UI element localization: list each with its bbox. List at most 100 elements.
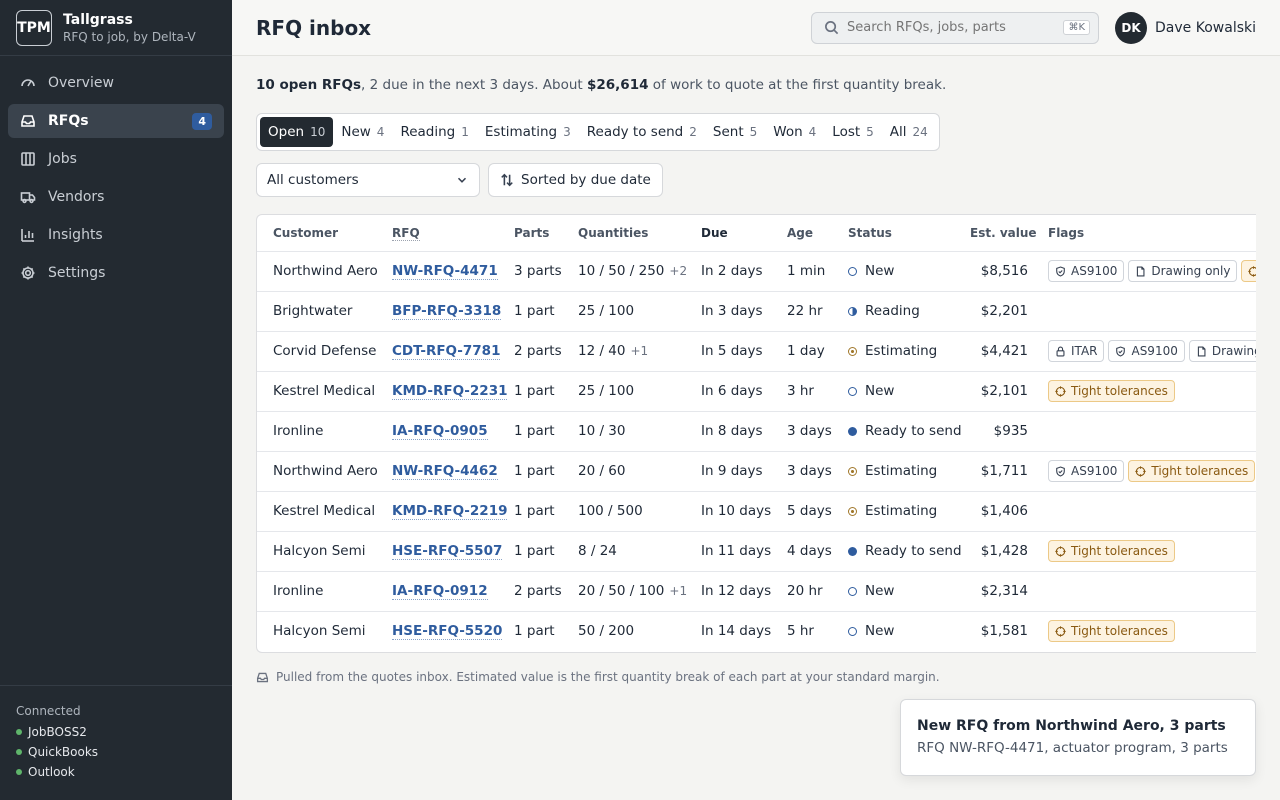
tab-lost[interactable]: Lost 5 — [824, 117, 882, 147]
customer-filter[interactable]: All customers — [256, 163, 480, 197]
tab-count: 1 — [461, 125, 469, 139]
table-row[interactable]: Kestrel Medical KMD-RFQ-2231 1 part 25 / 10… — [257, 371, 1256, 412]
cell-flags — [1048, 411, 1256, 452]
tab-label: Sent — [712, 124, 744, 140]
integration-jobboss2: JobBOSS2 — [16, 722, 216, 742]
cell-due: In 14 days — [701, 623, 772, 640]
target-icon — [1248, 265, 1256, 277]
search-box[interactable]: ⌘K — [811, 11, 1100, 44]
table-row[interactable]: Ironline IA-RFQ-0905 1 part 10 / 30 In 8 day… — [257, 411, 1256, 452]
cell-parts: 2 parts — [514, 571, 578, 612]
col-est-value[interactable]: Est. value — [970, 215, 1048, 252]
table-row[interactable]: Corvid Defense CDT-RFQ-7781 2 parts 12 / 40… — [257, 331, 1256, 372]
tab-new[interactable]: New 4 — [333, 117, 392, 147]
more-quantities: +1 — [669, 584, 688, 598]
user-menu[interactable]: DK Dave Kowalski — [1115, 11, 1256, 44]
rfq-table: Customer RFQ Parts Quantities Due Age St… — [256, 214, 1256, 653]
cell-flags: AS9100Drawing onlyTight tolerances — [1048, 251, 1256, 292]
user-name[interactable]: Dave Kowalski — [1155, 20, 1256, 36]
col-quantities[interactable]: Quantities — [578, 215, 701, 252]
col-due[interactable]: Due — [701, 215, 787, 252]
inbox-icon — [20, 113, 36, 129]
cell-customer: Ironline — [257, 571, 392, 612]
cell-status: Ready to send — [848, 531, 970, 572]
table-row[interactable]: Halcyon Semi HSE-RFQ-5520 1 part 50 / 200 In… — [257, 611, 1256, 651]
sidebar-item-label: Vendors — [48, 189, 105, 205]
rfq-link[interactable]: IA-RFQ-0905 — [392, 411, 514, 452]
col-rfq[interactable]: RFQ — [392, 215, 514, 252]
table-row[interactable]: Northwind Aero NW-RFQ-4471 3 parts 10 / 50 … — [257, 251, 1256, 292]
sidebar-item-label: Jobs — [48, 151, 77, 167]
avatar[interactable]: DK — [1115, 11, 1148, 44]
columns-icon — [21, 152, 35, 166]
flag-itar: ITAR — [1048, 340, 1105, 362]
table-row[interactable]: Kestrel Medical KMD-RFQ-2219 1 part 100 / 5… — [257, 491, 1256, 532]
customer-filter-value: All customers — [267, 172, 359, 188]
sidebar-item-vendors[interactable]: Vendors — [8, 180, 224, 214]
cell-due: In 11 days — [701, 531, 787, 572]
status-ready-icon — [848, 546, 857, 556]
rfq-link[interactable]: CDT-RFQ-7781 — [392, 331, 514, 372]
search-input[interactable] — [847, 20, 1064, 35]
tab-open[interactable]: Open 10 — [260, 117, 334, 147]
status-dot — [16, 729, 22, 735]
cell-flags: Tight tolerances — [1048, 611, 1256, 651]
integration-name: QuickBooks — [28, 745, 99, 759]
rfq-link[interactable]: BFP-RFQ-3318 — [392, 291, 514, 332]
cell-quantities: 10 / 50 / 250 +2 — [578, 251, 701, 292]
sort-button[interactable]: Sorted by due date — [488, 163, 663, 197]
tab-estimating[interactable]: Estimating 3 — [477, 117, 579, 147]
notification-toast[interactable]: New RFQ from Northwind Aero, 3 parts RFQ… — [900, 699, 1256, 776]
tab-reading[interactable]: Reading 1 — [392, 117, 476, 147]
cell-est-value: $1,711 — [970, 451, 1048, 492]
sidebar-item-jobs[interactable]: Jobs — [8, 142, 224, 176]
cell-parts: 1 part — [514, 291, 578, 332]
tab-sent[interactable]: Sent 5 — [705, 117, 765, 147]
rfq-link[interactable]: NW-RFQ-4462 — [392, 451, 514, 492]
sidebar-item-rfqs[interactable]: RFQs 4 — [8, 104, 224, 138]
tab-label: Open — [268, 124, 305, 140]
tab-won[interactable]: Won 4 — [765, 117, 824, 147]
sidebar-item-overview[interactable]: Overview — [8, 66, 224, 100]
integration-quickbooks: QuickBooks — [16, 742, 216, 762]
top-header: RFQ inbox ⌘K DK Dave Kowalski — [232, 0, 1280, 56]
cell-quantities: 100 / 500 — [578, 491, 701, 532]
app-subtitle: RFQ to job, by Delta-V — [63, 29, 196, 44]
tab-ready-to-send[interactable]: Ready to send 2 — [579, 117, 705, 147]
connected-title: Connected — [16, 704, 81, 718]
tab-label: Ready to send — [586, 124, 684, 140]
cell-status: New — [848, 251, 970, 292]
table-row[interactable]: Brightwater BFP-RFQ-3318 1 part 25 / 100 In … — [257, 291, 1256, 332]
tab-count: 4 — [808, 125, 817, 139]
sidebar-item-insights[interactable]: Insights — [8, 218, 224, 252]
rfq-link[interactable]: HSE-RFQ-5507 — [392, 531, 514, 572]
target-icon — [1135, 465, 1147, 477]
table-row[interactable]: Halcyon Semi HSE-RFQ-5507 1 part 8 / 24 In 1… — [257, 531, 1256, 572]
cell-age: 3 hr — [787, 371, 848, 412]
integration-name: Outlook — [28, 765, 75, 779]
cell-parts: 1 part — [514, 491, 578, 532]
col-status[interactable]: Status — [848, 215, 970, 252]
search-shortcut: ⌘K — [1063, 20, 1091, 35]
rfq-link[interactable]: KMD-RFQ-2219 — [392, 491, 514, 532]
rfq-link[interactable]: HSE-RFQ-5520 — [392, 611, 514, 651]
cell-status: Reading — [848, 291, 970, 332]
inbox-icon — [256, 672, 269, 682]
rfq-link[interactable]: IA-RFQ-0912 — [392, 571, 514, 612]
col-customer[interactable]: Customer — [257, 215, 392, 252]
toast-title: New RFQ from Northwind Aero, 3 parts — [917, 718, 1226, 734]
tab-all[interactable]: All 24 — [882, 117, 936, 147]
rfq-link[interactable]: KMD-RFQ-2231 — [392, 371, 514, 412]
col-age[interactable]: Age — [787, 215, 848, 252]
table-row[interactable]: Ironline IA-RFQ-0912 2 parts 20 / 50 / 100 +… — [257, 571, 1256, 612]
cell-age: 4 days — [787, 531, 848, 572]
rfq-link[interactable]: NW-RFQ-4471 — [392, 251, 514, 292]
table-row[interactable]: Northwind Aero NW-RFQ-4462 1 part 20 / 60 In… — [257, 451, 1256, 492]
tab-label: Won — [773, 124, 803, 140]
cell-status: Ready to send — [848, 411, 970, 452]
cell-age: 3 days — [787, 411, 848, 452]
status-ready-icon — [848, 426, 857, 436]
tab-count: 5 — [749, 125, 758, 139]
sidebar-item-settings[interactable]: Settings — [8, 256, 224, 290]
col-parts[interactable]: Parts — [514, 215, 578, 252]
